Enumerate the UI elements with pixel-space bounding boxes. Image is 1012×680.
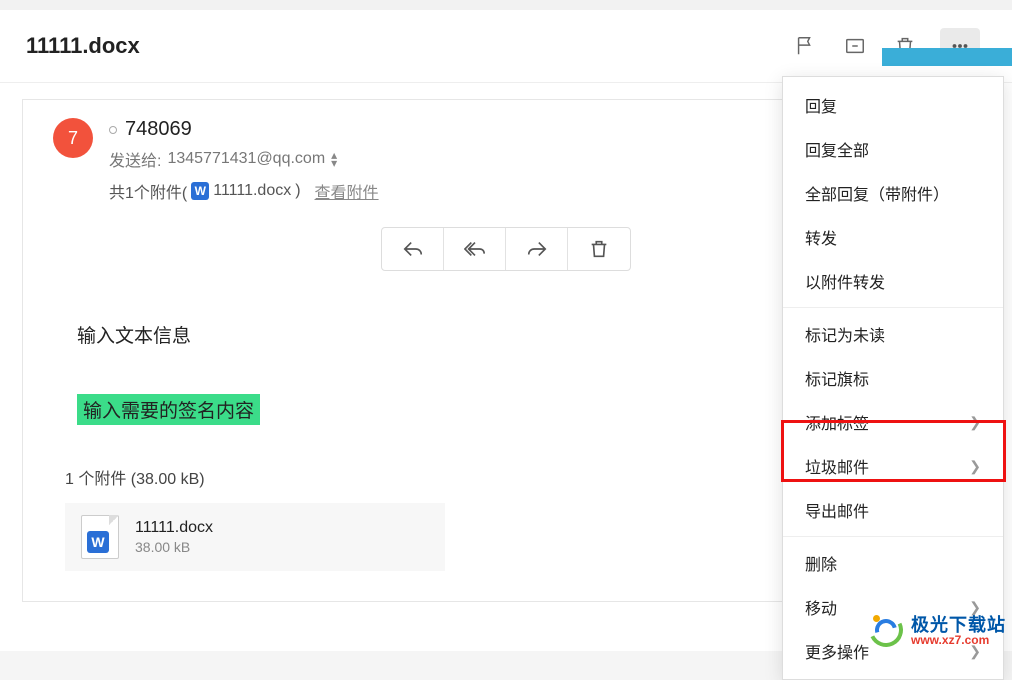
delete-button[interactable] xyxy=(568,228,630,270)
chevron-right-icon: ❯ xyxy=(969,458,981,475)
attachment-size: 38.00 kB xyxy=(135,539,213,555)
mail-view: 11111.docx 7 748069 xyxy=(0,0,1012,651)
attachment-name: 11111.docx xyxy=(135,519,213,537)
flag-icon[interactable] xyxy=(794,35,816,57)
attachment-card[interactable]: W 11111.docx 38.00 kB xyxy=(65,503,445,571)
watermark: 极光下载站 www.xz7.com xyxy=(869,613,1006,649)
watermark-logo-icon xyxy=(869,613,905,649)
to-label: 发送给: xyxy=(109,147,161,171)
sender-name: 748069 xyxy=(125,118,192,141)
watermark-en: www.xz7.com xyxy=(911,634,1006,646)
menu-reply-all[interactable]: 回复全部 xyxy=(783,127,1003,171)
forward-button[interactable] xyxy=(506,228,568,270)
attach-summary-prefix: 共1个附件( xyxy=(109,179,187,203)
menu-reply-all-attach[interactable]: 全部回复（带附件） xyxy=(783,171,1003,215)
menu-forward[interactable]: 转发 xyxy=(783,215,1003,259)
archive-icon[interactable] xyxy=(844,35,866,57)
menu-add-tag[interactable]: 添加标签❯ xyxy=(783,400,1003,444)
menu-delete[interactable]: 删除 xyxy=(783,541,1003,585)
watermark-cn: 极光下载站 xyxy=(911,616,1006,634)
menu-separator xyxy=(783,536,1003,537)
status-dot-icon xyxy=(109,126,117,134)
more-menu: 回复 回复全部 全部回复（带附件） 转发 以附件转发 标记为未读 标记旗标 添加… xyxy=(782,76,1004,680)
doc-file-icon: W xyxy=(81,515,119,559)
menu-junk[interactable]: 垃圾邮件❯ xyxy=(783,444,1003,488)
attach-summary-name: 11111.docx xyxy=(213,182,291,200)
menu-forward-as-attach[interactable]: 以附件转发 xyxy=(783,259,1003,303)
chevron-right-icon: ❯ xyxy=(969,414,981,431)
doc-icon: W xyxy=(191,182,209,200)
avatar: 7 xyxy=(53,118,93,158)
attach-summary-suffix: ) xyxy=(295,182,300,200)
body-line-2-highlight: 输入需要的签名内容 xyxy=(77,394,260,425)
menu-reply[interactable]: 回复 xyxy=(783,83,1003,127)
window-topbar xyxy=(0,0,1012,10)
right-accent-bar xyxy=(882,48,1012,66)
expand-recipients-icon[interactable]: ▴▾ xyxy=(331,151,337,167)
mail-subject: 11111.docx xyxy=(26,33,794,59)
to-address: 1345771431@qq.com xyxy=(167,150,325,168)
reply-all-button[interactable] xyxy=(444,228,506,270)
menu-separator xyxy=(783,307,1003,308)
menu-export[interactable]: 导出邮件 xyxy=(783,488,1003,532)
mail-header: 11111.docx xyxy=(0,10,1012,83)
reply-button[interactable] xyxy=(382,228,444,270)
view-attachment-link[interactable]: 查看附件 xyxy=(315,179,379,203)
menu-mark-unread[interactable]: 标记为未读 xyxy=(783,312,1003,356)
menu-mark-flag[interactable]: 标记旗标 xyxy=(783,356,1003,400)
